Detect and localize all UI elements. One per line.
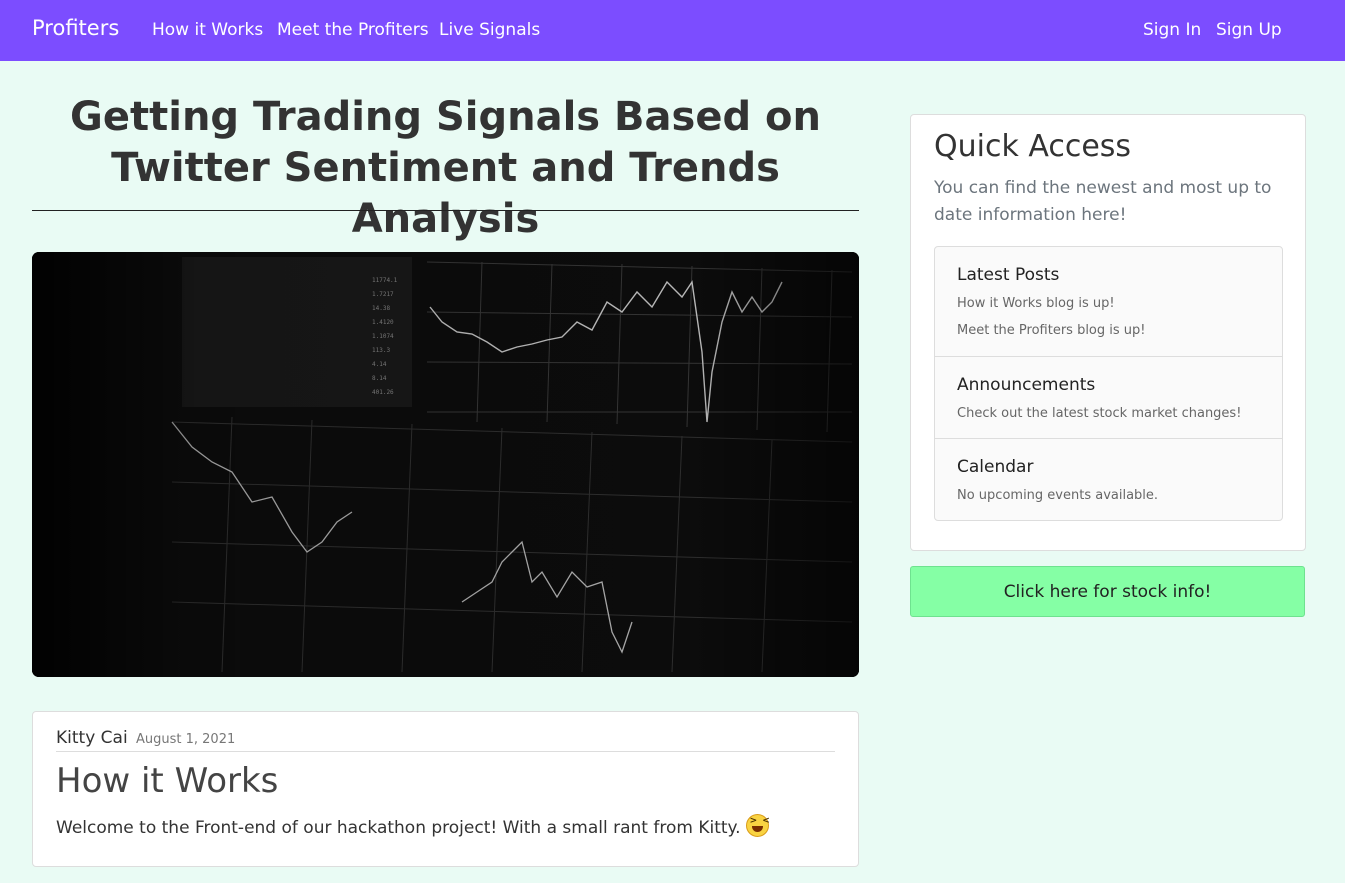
sign-up-link[interactable]: Sign Up bbox=[1216, 20, 1282, 40]
brand-logo-link[interactable]: Profiters bbox=[32, 16, 119, 40]
list-item-heading: Calendar bbox=[957, 457, 1034, 477]
list-item-line: Check out the latest stock market change… bbox=[957, 406, 1242, 421]
post-author: Kitty Cai bbox=[56, 728, 128, 748]
sign-in-link[interactable]: Sign In bbox=[1143, 20, 1201, 40]
stock-info-button[interactable]: Click here for stock info! bbox=[910, 566, 1305, 617]
list-item-line: No upcoming events available. bbox=[957, 488, 1159, 503]
list-item-heading: Latest Posts bbox=[957, 265, 1060, 285]
post-date: August 1, 2021 bbox=[136, 732, 236, 747]
navbar: Profiters How it Works Meet the Profiter… bbox=[0, 0, 1345, 61]
post-divider bbox=[56, 751, 835, 752]
quick-access-subtitle: You can find the newest and most up to d… bbox=[934, 178, 1272, 225]
nav-link-live-signals[interactable]: Live Signals bbox=[439, 20, 540, 40]
list-item-line: Meet the Profiters blog is up! bbox=[957, 323, 1146, 338]
hero-stock-chart-image: 11774.11.7217 14.381.4120 1.1074113.3 4.… bbox=[32, 252, 859, 677]
quick-access-list: Latest Posts How it Works blog is up! Me… bbox=[934, 246, 1283, 521]
laughing-face-icon bbox=[745, 814, 771, 837]
blog-post-card[interactable]: Kitty Cai August 1, 2021 How it Works We… bbox=[32, 711, 859, 867]
list-item-heading: Announcements bbox=[957, 375, 1096, 395]
post-body-text: Welcome to the Front-end of our hackatho… bbox=[56, 818, 741, 838]
post-title[interactable]: How it Works bbox=[56, 761, 278, 801]
nav-link-how-it-works[interactable]: How it Works bbox=[152, 20, 263, 40]
list-item-calendar[interactable]: Calendar No upcoming events available. bbox=[935, 439, 1282, 520]
title-divider bbox=[32, 210, 859, 211]
nav-link-meet-the-profiters[interactable]: Meet the Profiters bbox=[277, 20, 429, 40]
quick-access-card: Quick Access You can find the newest and… bbox=[910, 114, 1306, 551]
page-title: Getting Trading Signals Based on Twitter… bbox=[70, 94, 821, 242]
post-body: Welcome to the Front-end of our hackatho… bbox=[56, 814, 771, 838]
list-item-line: How it Works blog is up! bbox=[957, 296, 1115, 311]
list-item-latest-posts[interactable]: Latest Posts How it Works blog is up! Me… bbox=[935, 247, 1282, 357]
stock-chart-photo-icon: 11774.11.7217 14.381.4120 1.1074113.3 4.… bbox=[32, 252, 859, 677]
quick-access-title: Quick Access bbox=[934, 129, 1132, 164]
list-item-announcements[interactable]: Announcements Check out the latest stock… bbox=[935, 357, 1282, 439]
